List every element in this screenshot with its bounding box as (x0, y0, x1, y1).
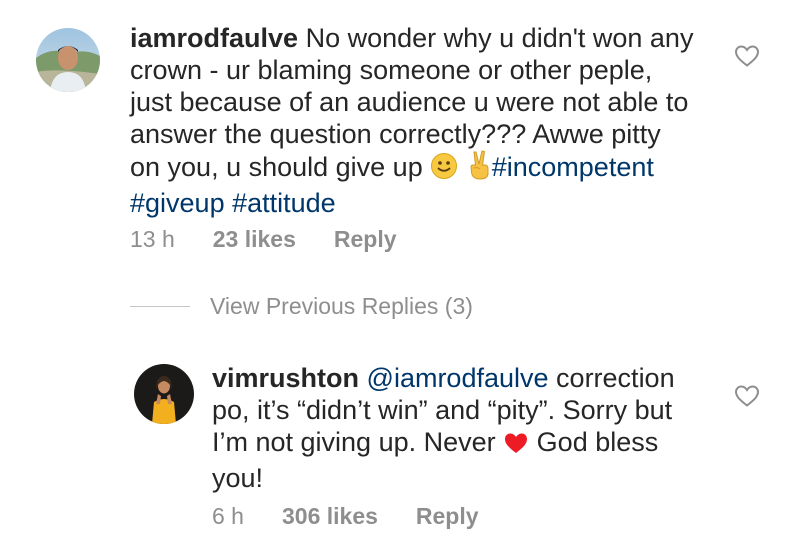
slightly-smiling-face-emoji (430, 152, 458, 187)
reply-body: vimrushton @iamrodfaulve correction po, … (212, 362, 722, 494)
like-comment-heart-icon[interactable] (734, 44, 760, 68)
comment-meta: 13 h 23 likes Reply (130, 226, 397, 253)
comment-line-3: just because of an audience u were not a… (130, 87, 689, 117)
reply-line-1: vimrushton @iamrodfaulve correction (212, 362, 722, 394)
reply-avatar[interactable] (134, 364, 194, 424)
thread-divider (130, 306, 190, 307)
like-reply-heart-icon[interactable] (734, 384, 760, 408)
commenter-avatar[interactable] (36, 28, 100, 92)
commenter-avatar-image (36, 28, 100, 92)
reply-line-2: po, it’s “didn’t win” and “pity”. Sorry … (212, 395, 673, 425)
reply-username[interactable]: vimrushton (212, 363, 359, 393)
comment-line-2: crown - ur blaming someone or other pepl… (130, 55, 653, 85)
comment-text-segment: on you, u should give up (130, 152, 423, 182)
reply-reply-button[interactable]: Reply (416, 503, 479, 530)
comment-line-5: on you, u should give up #incompetent (130, 150, 720, 187)
reply-meta: 6 h 306 likes Reply (212, 503, 479, 530)
comment-text-segment: No wonder why u didn't won any (305, 23, 694, 53)
reply-likes-count[interactable]: 306 likes (282, 503, 378, 530)
red-heart-emoji (503, 430, 529, 462)
victory-hand-emoji (466, 150, 492, 187)
comment-body: iamrodfaulve No wonder why u didn't won … (130, 22, 720, 219)
mention-link[interactable]: @iamrodfaulve (367, 363, 549, 393)
hashtag-link[interactable]: #giveup (130, 188, 225, 218)
comment-line-4: answer the question correctly??? Awwe pi… (130, 119, 661, 149)
reply-text-segment: God bless (536, 427, 659, 457)
reply-line-3: I’m not giving up. Never God bless (212, 426, 722, 462)
comment-username[interactable]: iamrodfaulve (130, 23, 298, 53)
reply-text-segment: correction (556, 363, 675, 393)
reply-timestamp[interactable]: 6 h (212, 503, 244, 530)
reply-text-segment: I’m not giving up. Never (212, 427, 496, 457)
reply-avatar-image (134, 364, 194, 424)
view-previous-replies-button[interactable]: View Previous Replies (3) (210, 293, 473, 320)
comment-line-1: iamrodfaulve No wonder why u didn't won … (130, 22, 720, 54)
comment-line-6: #giveup #attitude (130, 187, 720, 219)
comment-reply-button[interactable]: Reply (334, 226, 397, 253)
hashtag-link[interactable]: #incompetent (492, 152, 654, 182)
hashtag-link[interactable]: #attitude (232, 188, 336, 218)
comment-likes-count[interactable]: 23 likes (213, 226, 296, 253)
reply-line-4: you! (212, 463, 264, 493)
comment-timestamp[interactable]: 13 h (130, 226, 175, 253)
